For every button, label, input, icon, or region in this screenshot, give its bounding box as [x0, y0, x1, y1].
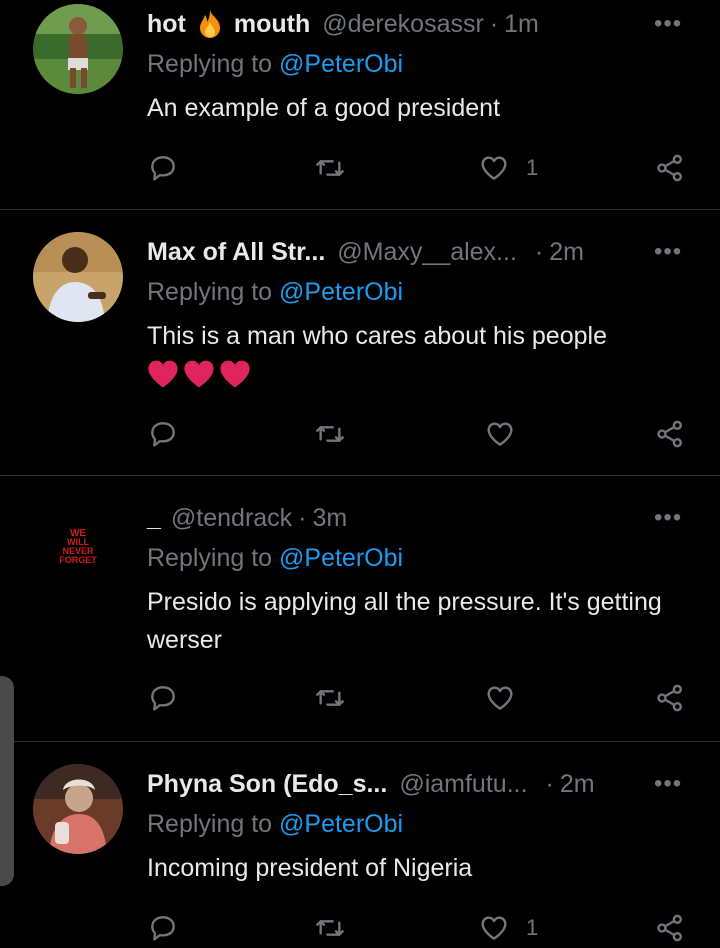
tweet-2[interactable]: Max of All Str... @Maxy__alex... · 2m ••…: [0, 210, 720, 474]
like-icon: [481, 916, 507, 940]
share-icon: [657, 684, 682, 712]
more-icon[interactable]: •••: [654, 238, 682, 266]
like-icon: [487, 422, 513, 446]
reply-button[interactable]: [147, 414, 179, 454]
avatar-derekosassr[interactable]: [33, 4, 123, 94]
like-count: 1: [526, 155, 539, 180]
retweet-button[interactable]: [313, 908, 347, 948]
red-heart-emoji-icon: [220, 360, 250, 388]
avatar-image: [33, 4, 123, 94]
display-name[interactable]: Phyna Son (Edo_s...: [147, 770, 387, 799]
tweet-text: This is a man who cares about his people: [147, 322, 607, 350]
timestamp[interactable]: 2m: [549, 238, 584, 267]
replying-to-label: Replying to: [147, 50, 273, 78]
share-button[interactable]: [654, 148, 686, 188]
tweet-1[interactable]: hot mouth @derekosassr · 1m ••• Replying…: [0, 0, 720, 208]
tweet-3[interactable]: WE WILL NEVER FORGET _ @tendrack · 3m ••…: [0, 476, 720, 740]
more-icon[interactable]: •••: [654, 504, 682, 532]
timestamp[interactable]: 3m: [313, 504, 348, 533]
user-handle[interactable]: @iamfutu...: [399, 770, 527, 799]
reply-icon: [151, 156, 175, 181]
reply-button[interactable]: [147, 908, 179, 948]
retweet-button[interactable]: [313, 678, 347, 718]
display-name-cont[interactable]: mouth: [234, 10, 310, 39]
replying-to: Replying to @PeterObi: [147, 278, 403, 307]
user-handle[interactable]: @Maxy__alex...: [337, 238, 517, 267]
user-handle[interactable]: @derekosassr: [322, 10, 484, 39]
replying-to: Replying to @PeterObi: [147, 544, 403, 573]
more-icon[interactable]: •••: [654, 10, 682, 38]
tweet-4[interactable]: Phyna Son (Edo_s... @iamfutu... · 2m •••…: [0, 742, 720, 942]
separator-dot: ·: [534, 237, 544, 266]
tweet-actions: [0, 678, 720, 718]
share-button[interactable]: [654, 678, 686, 718]
like-icon: [481, 156, 507, 180]
reply-icon: [151, 686, 175, 711]
avatar-image: [33, 232, 123, 322]
replying-to-label: Replying to: [147, 810, 273, 838]
replying-to-label: Replying to: [147, 544, 273, 572]
retweet-icon: [316, 426, 344, 442]
tweet-header: _ @tendrack · 3m: [147, 500, 347, 536]
like-button[interactable]: [484, 414, 516, 454]
avatar-tendrack[interactable]: WE WILL NEVER FORGET: [33, 496, 123, 586]
tweet-header: hot mouth @derekosassr · 1m: [147, 6, 539, 42]
reply-button[interactable]: [147, 678, 179, 718]
edge-pull-tab[interactable]: [0, 676, 14, 886]
display-name[interactable]: _: [147, 504, 161, 533]
tweet-actions: 1: [0, 148, 720, 188]
replying-to: Replying to @PeterObi: [147, 50, 403, 79]
tweet-text: Presido is applying all the pressure. It…: [147, 588, 662, 654]
avatar-maxy-alex[interactable]: [33, 232, 123, 322]
avatar-iamfutu[interactable]: [33, 764, 123, 854]
fire-emoji-icon: [196, 9, 224, 39]
retweet-button[interactable]: [313, 414, 347, 454]
separator-dot: ·: [545, 769, 554, 798]
replying-to: Replying to @PeterObi: [147, 810, 403, 839]
tweet-text: Incoming president of Nigeria: [147, 854, 473, 882]
like-button[interactable]: 1: [478, 148, 538, 188]
reply-icon: [151, 422, 175, 447]
tweet-header: Phyna Son (Edo_s... @iamfutu... · 2m: [147, 766, 595, 802]
user-handle[interactable]: @tendrack: [171, 504, 292, 533]
display-name[interactable]: hot: [147, 10, 186, 39]
red-heart-emoji-icon: [148, 360, 178, 388]
retweet-icon: [316, 160, 344, 176]
replying-to-label: Replying to: [147, 278, 273, 306]
tweet-text-block: This is a man who cares about his people: [147, 317, 687, 389]
heart-emojis: [147, 359, 687, 389]
share-icon: [657, 914, 682, 942]
mention-link[interactable]: @PeterObi: [279, 544, 403, 572]
like-icon: [487, 686, 513, 710]
timestamp[interactable]: 1m: [504, 10, 539, 39]
reply-icon: [151, 916, 175, 941]
avatar-image: WE WILL NEVER FORGET: [33, 496, 123, 586]
like-count: 1: [526, 915, 539, 940]
share-icon: [657, 420, 682, 448]
share-icon: [657, 154, 682, 182]
retweet-icon: [316, 920, 344, 936]
like-button[interactable]: 1: [478, 908, 538, 948]
like-button[interactable]: [484, 678, 516, 718]
tweet-text: An example of a good president: [147, 94, 501, 122]
timestamp[interactable]: 2m: [560, 770, 595, 799]
more-icon[interactable]: •••: [654, 770, 682, 798]
avatar-line-4: FORGET: [59, 555, 97, 565]
tweet-header: Max of All Str... @Maxy__alex... · 2m: [147, 234, 584, 270]
red-heart-emoji-icon: [184, 360, 214, 388]
mention-link[interactable]: @PeterObi: [279, 810, 403, 838]
mention-link[interactable]: @PeterObi: [279, 50, 403, 78]
reply-button[interactable]: [147, 148, 179, 188]
separator-dot: ·: [489, 9, 499, 38]
avatar-image: [33, 764, 123, 854]
retweet-button[interactable]: [313, 148, 347, 188]
share-button[interactable]: [654, 414, 686, 454]
retweet-icon: [316, 690, 344, 706]
tweet-actions: 1: [0, 908, 720, 948]
mention-link[interactable]: @PeterObi: [279, 278, 403, 306]
separator-dot: ·: [298, 503, 307, 532]
tweet-actions: [0, 414, 720, 454]
share-button[interactable]: [654, 908, 686, 948]
display-name[interactable]: Max of All Str...: [147, 238, 325, 267]
